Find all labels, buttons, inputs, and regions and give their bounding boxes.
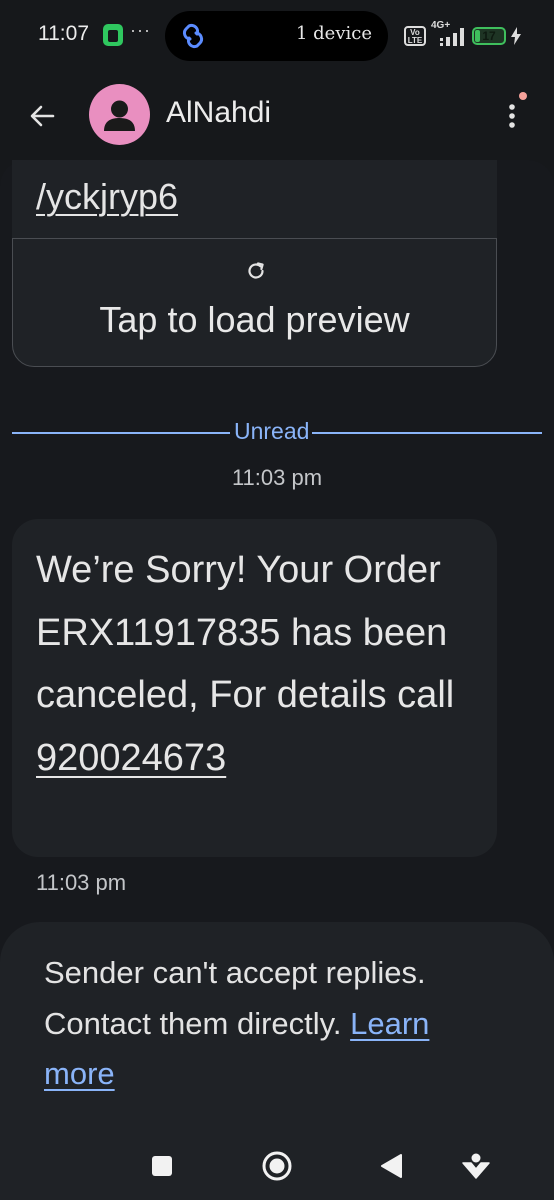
phone-number-link[interactable]: 920024673 [36,737,226,779]
divider-line-right [312,432,542,434]
back-button[interactable] [22,96,62,136]
incoming-message-bubble[interactable]: We’re Sorry! Your Order ERX11917835 has … [12,519,497,857]
refresh-icon [248,262,264,279]
no-reply-text: Sender can't accept replies. Contact the… [44,948,504,1100]
link-preview-card[interactable]: Tap to load preview [12,238,497,367]
notification-dot [519,92,527,100]
message-timestamp-header: 11:03 pm [231,465,323,490]
contact-avatar[interactable] [89,84,150,145]
assistant-button[interactable] [456,1146,496,1186]
status-time: 11:07 [38,22,89,45]
triangle-back-icon [381,1154,402,1178]
battery-icon: 17 [472,27,506,45]
square-icon [152,1156,172,1176]
message-body: We’re Sorry! Your Order ERX11917835 has … [36,549,455,716]
unread-divider: Unread [12,418,542,446]
signal-icon [440,28,464,46]
contact-name[interactable]: AlNahdi [166,96,271,130]
person-icon [104,100,135,131]
back-nav-button[interactable] [371,1146,411,1186]
divider-line-left [12,432,230,434]
home-button[interactable] [257,1146,297,1186]
more-notifications-icon: ··· [130,20,151,40]
arrow-left-icon [30,105,55,127]
notification-app-icon [103,24,123,46]
volte-icon: Vo LTE [404,26,426,46]
recents-button[interactable] [142,1146,182,1186]
assistant-icon [462,1153,490,1179]
circle-icon [262,1151,292,1181]
message-link[interactable]: /yckjryp6 [36,176,178,218]
more-vertical-icon [509,104,515,128]
status-bar: 11:07 ··· 1 device Vo LTE 4G+ 17 [0,0,554,72]
charging-icon [511,27,521,45]
unread-label: Unread [234,418,310,444]
system-navigation-bar [0,1130,554,1200]
link-icon [182,23,204,49]
more-options-button[interactable] [498,94,530,138]
message-timestamp: 11:03 pm [36,870,127,895]
dynamic-island[interactable]: 1 device [165,11,388,61]
message-text: We’re Sorry! Your Order ERX11917835 has … [36,539,476,789]
load-preview-label[interactable]: Tap to load preview [13,299,496,341]
conversation-header: AlNahdi [0,72,554,158]
battery-level: 17 [482,29,496,43]
island-label: 1 device [295,23,372,44]
